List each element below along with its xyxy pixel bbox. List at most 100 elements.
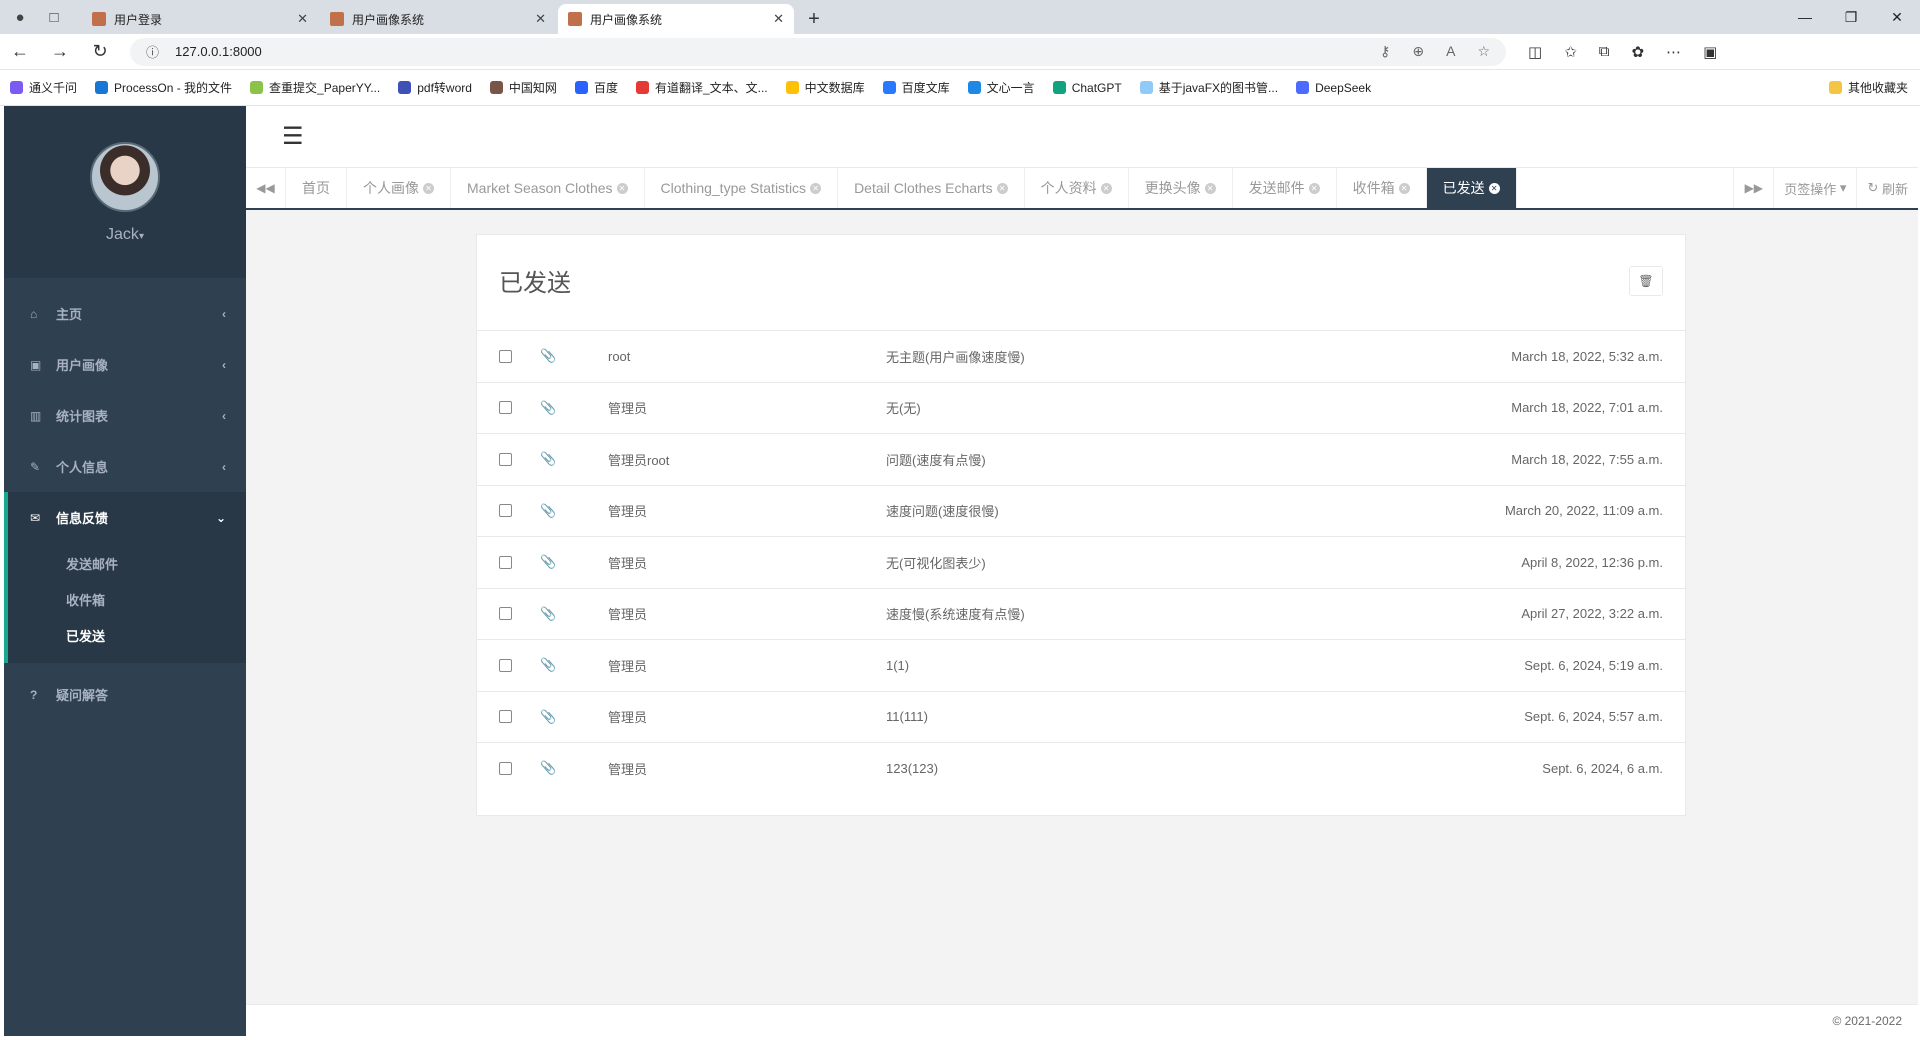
recipient[interactable]: 管理员	[608, 604, 886, 623]
bookmark[interactable]: DeepSeek	[1296, 81, 1371, 95]
content-tab[interactable]: Detail Clothes Echarts ✕	[838, 168, 1025, 208]
window-close-icon[interactable]: ✕	[1874, 9, 1920, 26]
close-icon[interactable]: ✕	[810, 182, 822, 194]
sidebar-item-faq[interactable]: ? 疑问解答	[4, 669, 246, 720]
content-tab[interactable]: 更换头像 ✕	[1129, 168, 1233, 208]
favorites-icon[interactable]: ✩	[1564, 43, 1577, 61]
favorite-star-icon[interactable]: ☆	[1477, 43, 1490, 60]
content-tab[interactable]: 个人资料 ✕	[1025, 168, 1129, 208]
close-icon[interactable]: ✕	[1100, 182, 1112, 194]
row-checkbox[interactable]	[499, 555, 512, 569]
tabs-scroll-left-button[interactable]: ◀◀	[246, 168, 286, 208]
close-icon[interactable]: ✕	[616, 182, 628, 194]
restore-icon[interactable]: ❐	[1828, 9, 1874, 26]
bookmark[interactable]: 基于javaFX的图书管...	[1139, 79, 1278, 96]
key-icon[interactable]: ⚷	[1380, 43, 1390, 60]
collections-icon[interactable]: ⧉	[1599, 43, 1610, 61]
subject[interactable]: 无(无)	[886, 398, 1286, 417]
subject[interactable]: 问题(速度有点慢)	[886, 450, 1286, 469]
bookmark[interactable]: ProcessOn - 我的文件	[95, 79, 232, 96]
table-row[interactable]: 📎 管理员 无(可视化图表少) April 8, 2022, 12:36 p.m.	[477, 536, 1685, 588]
content-tab[interactable]: Market Season Clothes ✕	[451, 168, 645, 208]
reload-icon[interactable]: ↻	[80, 41, 120, 62]
sidebar-item-home[interactable]: ⌂ 主页 ‹	[4, 288, 246, 339]
row-checkbox[interactable]	[499, 401, 512, 415]
bookmark[interactable]: 中国知网	[489, 79, 557, 96]
subject[interactable]: 速度问题(速度很慢)	[886, 501, 1286, 520]
subject[interactable]: 速度慢(系统速度有点慢)	[886, 604, 1286, 623]
delete-button[interactable]: 🗑	[1629, 266, 1663, 296]
recipient[interactable]: 管理员root	[608, 450, 886, 469]
close-icon[interactable]: ✕	[1488, 182, 1500, 194]
bookmark[interactable]: 百度文库	[882, 79, 950, 96]
row-checkbox[interactable]	[499, 452, 512, 466]
url-field[interactable]: ⓘ 127.0.0.1:8000 ⚷ ⊕ A ☆	[130, 37, 1506, 66]
table-row[interactable]: 📎 管理员 速度问题(速度很慢) March 20, 2022, 11:09 a.m.	[477, 484, 1685, 537]
subject[interactable]: 123(123)	[886, 761, 1286, 776]
more-icon[interactable]: ⋯	[1666, 43, 1681, 61]
row-checkbox[interactable]	[499, 607, 512, 621]
content-tab[interactable]: 发送邮件 ✕	[1233, 168, 1337, 208]
submenu-sent[interactable]: 已发送	[8, 619, 246, 655]
subject[interactable]: 无(可视化图表少)	[886, 553, 1286, 572]
row-checkbox[interactable]	[499, 761, 512, 775]
split-screen-icon[interactable]: ◫	[1528, 43, 1542, 61]
row-checkbox[interactable]	[499, 349, 512, 363]
minimize-icon[interactable]: —	[1782, 9, 1828, 25]
sidebar-item-personal-info[interactable]: ✎ 个人信息 ‹	[4, 441, 246, 492]
bookmark[interactable]: 中文数据库	[785, 79, 865, 96]
browser-tab[interactable]: 用户登录 ✕	[82, 4, 318, 34]
username-dropdown[interactable]: Jack▾	[106, 226, 144, 244]
bookmark[interactable]: 文心一言	[967, 79, 1035, 96]
table-row[interactable]: 📎 管理员 11(111) Sept. 6, 2024, 5:57 a.m.	[477, 690, 1685, 743]
content-tab-active[interactable]: 已发送 ✕	[1426, 168, 1517, 208]
forward-icon[interactable]: →	[40, 41, 80, 62]
bookmark[interactable]: 有道翻译_文本、文...	[635, 79, 768, 96]
recipient[interactable]: 管理员	[608, 398, 886, 417]
submenu-inbox[interactable]: 收件箱	[8, 583, 246, 619]
browser-tab[interactable]: 用户画像系统 ✕	[320, 4, 556, 34]
table-row[interactable]: 📎 管理员 无(无) March 18, 2022, 7:01 a.m.	[477, 381, 1685, 434]
sidebar-item-feedback[interactable]: ✉ 信息反馈 ⌄	[4, 492, 246, 543]
hamburger-menu-icon[interactable]: ☰	[282, 122, 304, 151]
bookmark[interactable]: ChatGPT	[1052, 81, 1122, 95]
sidebar-item-user-portrait[interactable]: ▣ 用户画像 ‹	[4, 339, 246, 390]
subject[interactable]: 11(111)	[886, 709, 1286, 724]
close-icon[interactable]: ✕	[773, 11, 784, 27]
recipient[interactable]: 管理员	[608, 501, 886, 520]
close-icon[interactable]: ✕	[1398, 182, 1410, 194]
recipient[interactable]: root	[608, 349, 886, 364]
read-aloud-icon[interactable]: A	[1446, 43, 1455, 60]
browser-tab-active[interactable]: 用户画像系统 ✕	[558, 4, 794, 34]
bookmark[interactable]: 通义千问	[10, 79, 77, 96]
content-tab[interactable]: Clothing_type Statistics ✕	[645, 168, 839, 208]
bookmark[interactable]: pdf转word	[398, 79, 472, 96]
subject[interactable]: 1(1)	[886, 658, 1286, 673]
tab-actions-icon[interactable]: □	[44, 7, 64, 27]
content-tab[interactable]: 首页	[286, 168, 347, 208]
close-icon[interactable]: ✕	[1308, 182, 1320, 194]
tabs-scroll-right-button[interactable]: ▶▶	[1733, 168, 1773, 208]
profile-icon[interactable]: ●	[10, 7, 30, 27]
close-icon[interactable]: ✕	[423, 182, 434, 194]
sidebar-item-charts[interactable]: ▥ 统计图表 ‹	[4, 390, 246, 441]
avatar[interactable]	[90, 142, 160, 212]
content-tab[interactable]: 个人画像 ✕	[347, 168, 451, 208]
tab-operations-dropdown[interactable]: 页签操作 ▾	[1773, 168, 1856, 208]
recipient[interactable]: 管理员	[608, 759, 886, 778]
extensions-icon[interactable]: ✿	[1631, 43, 1644, 61]
refresh-button[interactable]: ↻ 刷新	[1856, 168, 1918, 208]
subject[interactable]: 无主题(用户画像速度慢)	[886, 347, 1286, 366]
row-checkbox[interactable]	[499, 504, 512, 518]
table-row[interactable]: 📎 管理员root 问题(速度有点慢) March 18, 2022, 7:55 a.…	[477, 433, 1685, 485]
recipient[interactable]: 管理员	[608, 656, 886, 675]
table-row[interactable]: 📎 root 无主题(用户画像速度慢) March 18, 2022, 5:32 a.…	[477, 330, 1685, 382]
back-icon[interactable]: ←	[0, 41, 40, 62]
table-row[interactable]: 📎 管理员 速度慢(系统速度有点慢) April 27, 2022, 3:22 a.m…	[477, 587, 1685, 640]
zoom-icon[interactable]: ⊕	[1412, 43, 1424, 60]
recipient[interactable]: 管理员	[608, 553, 886, 572]
submenu-send-mail[interactable]: 发送邮件	[8, 547, 246, 583]
table-row[interactable]: 📎 管理员 1(1) Sept. 6, 2024, 5:19 a.m.	[477, 639, 1685, 691]
recipient[interactable]: 管理员	[608, 707, 886, 726]
new-tab-button[interactable]: +	[796, 4, 832, 34]
